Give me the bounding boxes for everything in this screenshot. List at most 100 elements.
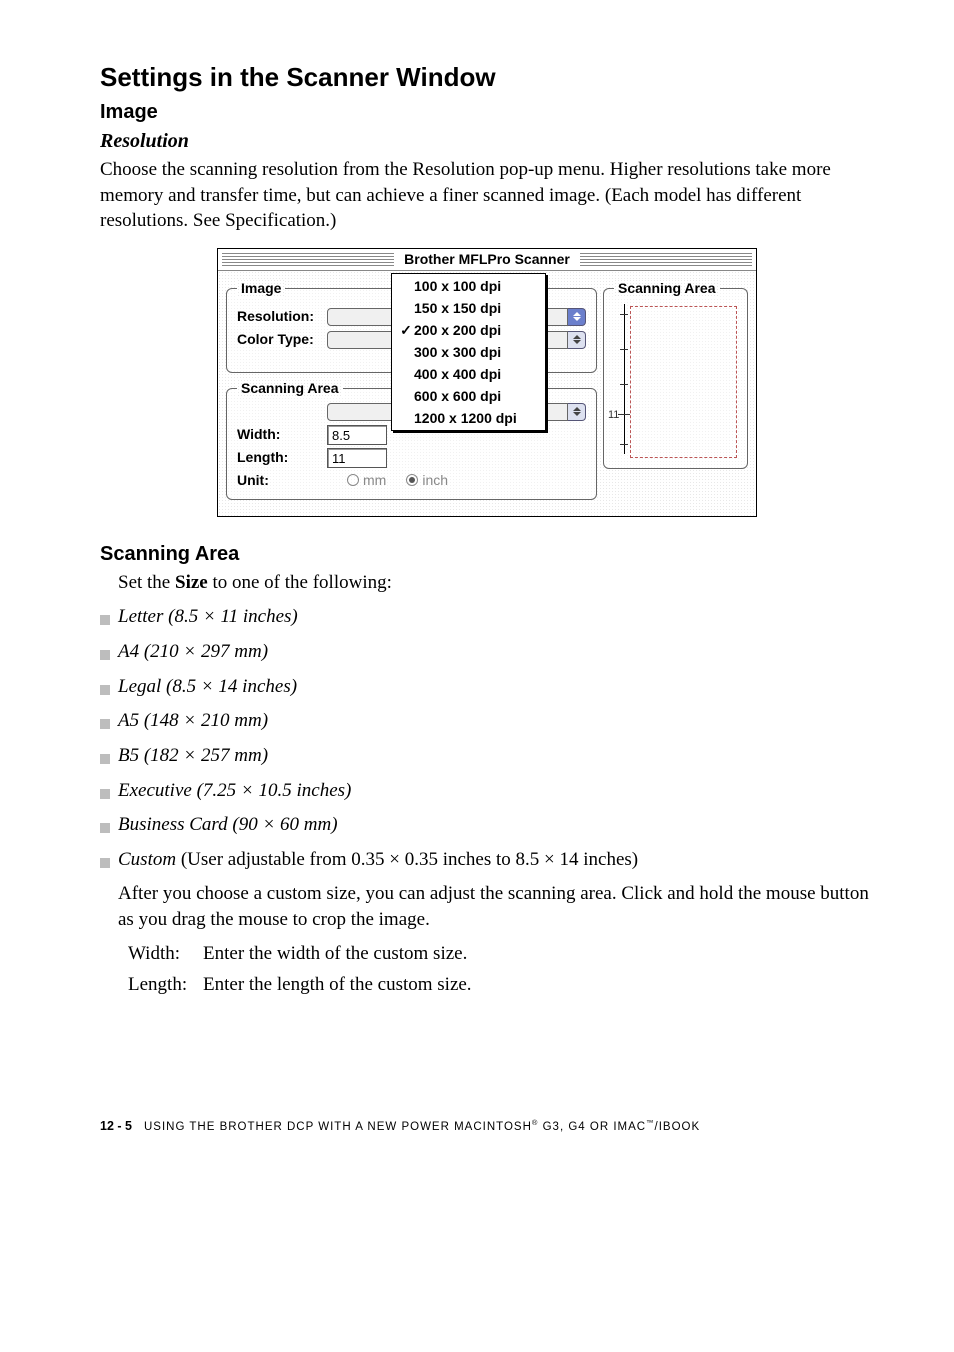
dialog-title: Brother MFLPro Scanner	[398, 250, 576, 269]
width-label: Width:	[237, 425, 327, 444]
radio-icon	[406, 474, 418, 486]
heading-settings: Settings in the Scanner Window	[100, 60, 874, 95]
bullet-square-icon	[100, 685, 110, 695]
definitions: Width: Enter the width of the custom siz…	[128, 941, 874, 998]
definition-value: Enter the width of the custom size.	[203, 941, 467, 967]
custom-tail: (User adjustable from 0.35 × 0.35 inches…	[176, 849, 638, 870]
menu-item[interactable]: 150 x 150 dpi	[392, 297, 545, 319]
definition-key: Length:	[128, 972, 203, 998]
list-item: Letter (8.5 × 11 inches)	[100, 604, 874, 630]
footer-part3: /IBOOK	[655, 1121, 701, 1133]
footer-part1: USING THE BROTHER DCP WITH A NEW POWER M…	[144, 1121, 532, 1133]
bullet-square-icon	[100, 789, 110, 799]
dialog-left-column: 100 x 100 dpi 150 x 150 dpi ✓200 x 200 d…	[226, 279, 597, 506]
footer-text: USING THE BROTHER DCP WITH A NEW POWER M…	[144, 1118, 700, 1135]
ruler-tick	[620, 384, 628, 385]
paragraph-resolution: Choose the scanning resolution from the …	[100, 157, 874, 234]
bullet-square-icon	[100, 650, 110, 660]
bullet-square-icon	[100, 858, 110, 868]
bullet-square-icon	[100, 719, 110, 729]
size-intro: Set the Size to one of the following:	[118, 570, 874, 596]
custom-paragraph: After you choose a custom size, you can …	[118, 881, 874, 932]
menu-item[interactable]: 400 x 400 dpi	[392, 363, 545, 385]
ruler-tick	[620, 444, 628, 445]
ruler-label: 11	[608, 408, 619, 423]
list-item: B5 (182 × 257 mm)	[100, 743, 874, 769]
size-option-list: Letter (8.5 × 11 inches) A4 (210 × 297 m…	[100, 604, 874, 872]
resolution-label: Resolution:	[237, 307, 327, 326]
menu-item-label: 100 x 100 dpi	[414, 277, 501, 296]
titlebar-stripes	[580, 253, 752, 267]
page-number: 12 - 5	[100, 1118, 132, 1135]
trademark-icon: ™	[646, 1118, 654, 1127]
chevron-up-down-icon	[568, 403, 586, 421]
unit-inch-radio[interactable]: inch	[406, 471, 448, 490]
menu-item-label: 1200 x 1200 dpi	[414, 409, 517, 428]
unit-mm-radio[interactable]: mm	[347, 471, 386, 490]
scanning-area-panel: Scanning Area 11	[603, 279, 748, 506]
list-item: Custom (User adjustable from 0.35 × 0.35…	[100, 847, 874, 873]
list-item-text: Business Card (90 × 60 mm)	[118, 812, 338, 838]
check-icon: ✓	[398, 321, 414, 340]
menu-item-label: 150 x 150 dpi	[414, 299, 501, 318]
ruler-tick	[618, 414, 630, 415]
menu-item-label: 400 x 400 dpi	[414, 365, 501, 384]
titlebar-stripes	[222, 253, 394, 267]
length-label: Length:	[237, 448, 327, 467]
chevron-up-down-icon	[568, 308, 586, 326]
chevron-up-down-icon	[568, 331, 586, 349]
list-item-text: Letter (8.5 × 11 inches)	[118, 604, 298, 630]
subheading-resolution: Resolution	[100, 128, 874, 155]
size-intro-pre: Set the	[118, 572, 175, 593]
size-intro-post: to one of the following:	[208, 572, 392, 593]
list-item: Business Card (90 × 60 mm)	[100, 812, 874, 838]
bullet-square-icon	[100, 823, 110, 833]
size-intro-bold: Size	[175, 572, 208, 593]
list-item: A5 (148 × 210 mm)	[100, 708, 874, 734]
list-item-text: B5 (182 × 257 mm)	[118, 743, 268, 769]
menu-item[interactable]: 600 x 600 dpi	[392, 385, 545, 407]
definition-value: Enter the length of the custom size.	[203, 972, 472, 998]
definition-key: Width:	[128, 941, 203, 967]
unit-label: Unit:	[237, 471, 327, 490]
page-footer: 12 - 5 USING THE BROTHER DCP WITH A NEW …	[100, 1118, 874, 1136]
subheading-scanning-area: Scanning Area	[100, 541, 874, 568]
menu-item-label: 300 x 300 dpi	[414, 343, 501, 362]
ruler-tick	[620, 314, 628, 315]
dialog-titlebar: Brother MFLPro Scanner	[218, 249, 756, 271]
list-item-text: A4 (210 × 297 mm)	[118, 639, 268, 665]
list-item-text: Executive (7.25 × 10.5 inches)	[118, 778, 351, 804]
colortype-label: Color Type:	[237, 330, 327, 349]
menu-item-label: 200 x 200 dpi	[414, 321, 501, 340]
length-row: Length: 11	[237, 448, 586, 468]
scanningarea-preview-legend: Scanning Area	[614, 279, 720, 298]
ruler-tick	[620, 349, 628, 350]
menu-item[interactable]: 1200 x 1200 dpi	[392, 407, 545, 429]
list-item-text: A5 (148 × 210 mm)	[118, 708, 268, 734]
menu-item[interactable]: 100 x 100 dpi	[392, 275, 545, 297]
width-input[interactable]: 8.5	[327, 425, 387, 445]
footer-part2: G3, G4 OR IMAC	[538, 1121, 646, 1133]
scanner-dialog: Brother MFLPro Scanner 100 x 100 dpi 150…	[217, 248, 757, 517]
resolution-popup-menu[interactable]: 100 x 100 dpi 150 x 150 dpi ✓200 x 200 d…	[391, 273, 546, 431]
custom-lead: Custom	[118, 849, 176, 870]
scan-selection-outline	[630, 306, 737, 458]
list-item: Legal (8.5 × 14 inches)	[100, 674, 874, 700]
menu-item[interactable]: 300 x 300 dpi	[392, 341, 545, 363]
length-input[interactable]: 11	[327, 448, 387, 468]
definition-row: Length: Enter the length of the custom s…	[128, 972, 874, 998]
list-item-text: Custom (User adjustable from 0.35 × 0.35…	[118, 847, 638, 873]
unit-inch-text: inch	[422, 471, 448, 490]
list-item: A4 (210 × 297 mm)	[100, 639, 874, 665]
bullet-square-icon	[100, 754, 110, 764]
definition-row: Width: Enter the width of the custom siz…	[128, 941, 874, 967]
bullet-square-icon	[100, 615, 110, 625]
dialog-body: 100 x 100 dpi 150 x 150 dpi ✓200 x 200 d…	[218, 271, 756, 516]
menu-item[interactable]: ✓200 x 200 dpi	[392, 319, 545, 341]
scanningarea-preview-fieldset: Scanning Area 11	[603, 279, 748, 469]
scan-preview[interactable]: 11	[614, 304, 737, 454]
list-item-text: Legal (8.5 × 14 inches)	[118, 674, 297, 700]
menu-item-label: 600 x 600 dpi	[414, 387, 501, 406]
radio-icon	[347, 474, 359, 486]
unit-mm-text: mm	[363, 471, 386, 490]
